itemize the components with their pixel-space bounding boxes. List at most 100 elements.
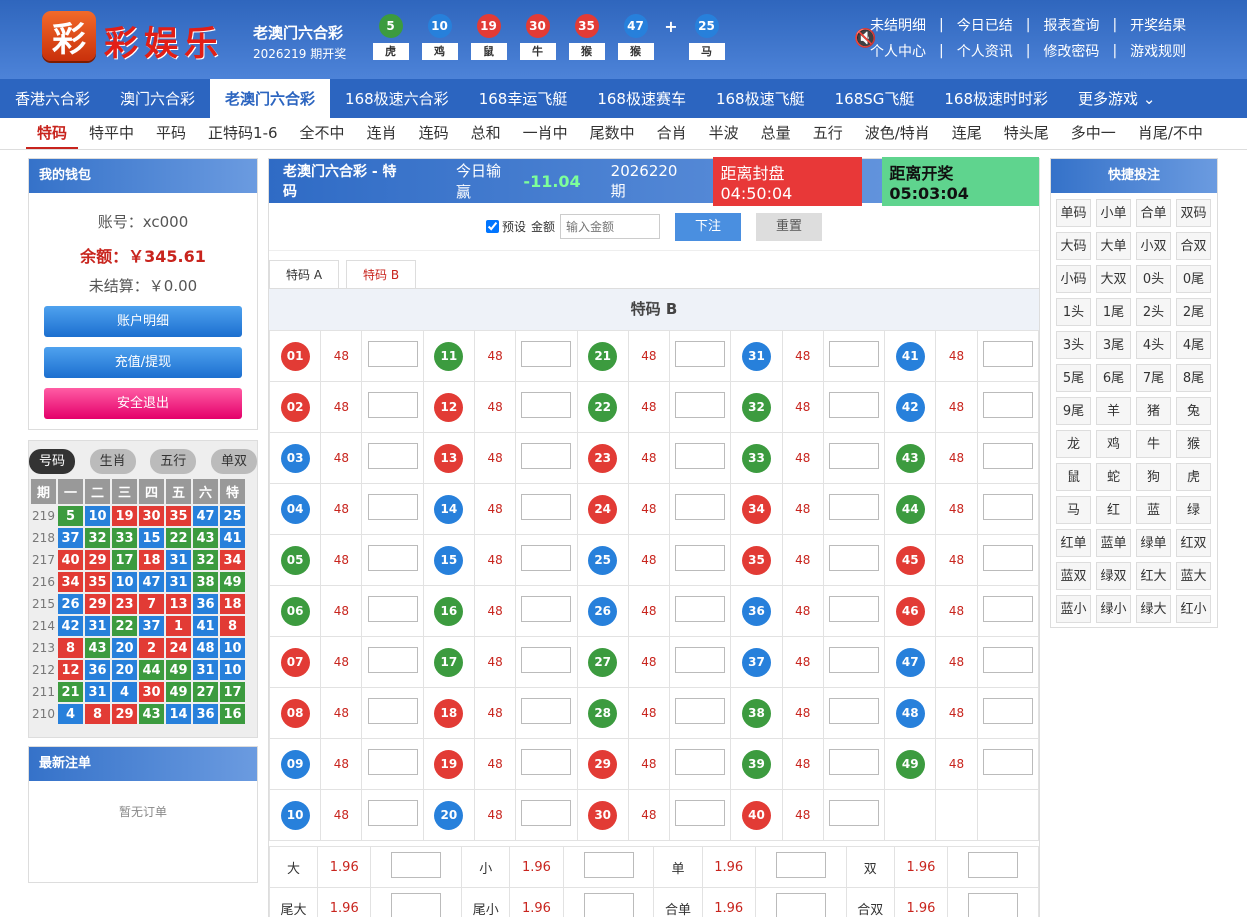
tema-tab[interactable]: 特码 B	[346, 260, 417, 288]
quick-bet-item[interactable]: 红大	[1136, 562, 1171, 590]
bet-amount-input[interactable]	[521, 392, 572, 418]
quick-bet-item[interactable]: 合单	[1136, 199, 1171, 227]
bet-amount-input[interactable]	[828, 647, 879, 673]
bet-amount-input[interactable]	[982, 443, 1033, 469]
bet-amount-input[interactable]	[367, 443, 418, 469]
history-tab[interactable]: 五行	[150, 449, 197, 474]
account-detail-button[interactable]: 账户明细	[44, 306, 242, 337]
quick-bet-item[interactable]: 4尾	[1176, 331, 1211, 359]
bet-amount-input[interactable]	[828, 596, 879, 622]
bet-amount-input[interactable]	[367, 698, 418, 724]
header-link[interactable]: 游戏规则	[1130, 41, 1186, 61]
header-link[interactable]: 个人资讯	[957, 41, 1013, 61]
bet-amount-input[interactable]	[982, 494, 1033, 520]
quick-bet-item[interactable]: 5尾	[1056, 364, 1091, 392]
quick-bet-item[interactable]: 绿大	[1136, 595, 1171, 623]
quick-bet-item[interactable]: 1头	[1056, 298, 1091, 326]
quick-bet-item[interactable]: 1尾	[1096, 298, 1131, 326]
bet-amount-input[interactable]	[521, 545, 572, 571]
bet-type-tab[interactable]: 总和	[460, 118, 512, 149]
nav-tab[interactable]: 168极速六合彩	[330, 79, 464, 118]
nav-tab[interactable]: 更多游戏 ⌄	[1063, 79, 1170, 118]
logout-button[interactable]: 安全退出	[44, 388, 242, 419]
quick-bet-item[interactable]: 绿	[1176, 496, 1211, 524]
bet-amount-input[interactable]	[367, 749, 418, 775]
nav-tab[interactable]: 香港六合彩	[0, 79, 105, 118]
quick-bet-item[interactable]: 大双	[1096, 265, 1131, 293]
bet-amount-input[interactable]	[521, 341, 572, 367]
nav-tab[interactable]: 168SG飞艇	[820, 79, 930, 118]
bet-amount-input[interactable]	[367, 341, 418, 367]
bet-amount-input[interactable]	[675, 494, 726, 520]
bet-amount-input[interactable]	[982, 647, 1033, 673]
reset-button[interactable]: 重置	[756, 212, 823, 241]
amount-input[interactable]	[560, 214, 661, 239]
quick-bet-item[interactable]: 8尾	[1176, 364, 1211, 392]
quick-bet-item[interactable]: 单码	[1056, 199, 1091, 227]
bet-type-tab[interactable]: 波色/特肖	[854, 118, 941, 149]
bet-amount-input[interactable]	[828, 749, 879, 775]
quick-bet-item[interactable]: 红	[1096, 496, 1131, 524]
extra-bet-input[interactable]	[391, 893, 442, 917]
bet-amount-input[interactable]	[828, 800, 879, 826]
quick-bet-item[interactable]: 猪	[1136, 397, 1171, 425]
bet-type-tab[interactable]: 尾数中	[579, 118, 646, 149]
quick-bet-item[interactable]: 4头	[1136, 331, 1171, 359]
bet-amount-input[interactable]	[675, 341, 726, 367]
bet-type-tab[interactable]: 特码	[26, 118, 79, 149]
bet-type-tab[interactable]: 连码	[408, 118, 460, 149]
quick-bet-item[interactable]: 猴	[1176, 430, 1211, 458]
quick-bet-item[interactable]: 小码	[1056, 265, 1091, 293]
quick-bet-item[interactable]: 3尾	[1096, 331, 1131, 359]
quick-bet-item[interactable]: 龙	[1056, 430, 1091, 458]
history-tab[interactable]: 生肖	[89, 449, 136, 474]
quick-bet-item[interactable]: 红单	[1056, 529, 1091, 557]
history-tab[interactable]: 号码	[29, 449, 75, 474]
header-link[interactable]: 修改密码	[1043, 41, 1099, 61]
quick-bet-item[interactable]: 蓝	[1136, 496, 1171, 524]
quick-bet-item[interactable]: 3头	[1056, 331, 1091, 359]
bet-amount-input[interactable]	[675, 698, 726, 724]
extra-bet-input[interactable]	[968, 852, 1019, 878]
bet-amount-input[interactable]	[367, 494, 418, 520]
nav-tab[interactable]: 老澳门六合彩	[210, 79, 331, 118]
bet-amount-input[interactable]	[675, 749, 726, 775]
bet-amount-input[interactable]	[521, 647, 572, 673]
history-tab[interactable]: 单双	[210, 449, 257, 474]
bet-amount-input[interactable]	[675, 596, 726, 622]
bet-amount-input[interactable]	[521, 749, 572, 775]
quick-bet-item[interactable]: 蓝双	[1056, 562, 1091, 590]
bet-amount-input[interactable]	[367, 545, 418, 571]
bet-type-tab[interactable]: 肖尾/不中	[1127, 118, 1214, 149]
bet-amount-input[interactable]	[521, 800, 572, 826]
quick-bet-item[interactable]: 合双	[1176, 232, 1211, 260]
bet-amount-input[interactable]	[982, 341, 1033, 367]
bet-amount-input[interactable]	[982, 392, 1033, 418]
nav-tab[interactable]: 168幸运飞艇	[464, 79, 583, 118]
bet-amount-input[interactable]	[982, 596, 1033, 622]
quick-bet-item[interactable]: 红小	[1176, 595, 1211, 623]
bet-amount-input[interactable]	[675, 800, 726, 826]
nav-tab[interactable]: 澳门六合彩	[105, 79, 210, 118]
bet-type-tab[interactable]: 特头尾	[993, 118, 1060, 149]
bet-amount-input[interactable]	[828, 341, 879, 367]
quick-bet-item[interactable]: 绿单	[1136, 529, 1171, 557]
extra-bet-input[interactable]	[583, 893, 634, 917]
quick-bet-item[interactable]: 大单	[1096, 232, 1131, 260]
preset-checkbox[interactable]	[485, 220, 499, 233]
nav-tab[interactable]: 168极速赛车	[582, 79, 701, 118]
quick-bet-item[interactable]: 兔	[1176, 397, 1211, 425]
quick-bet-item[interactable]: 鼠	[1056, 463, 1091, 491]
quick-bet-item[interactable]: 6尾	[1096, 364, 1131, 392]
quick-bet-item[interactable]: 大码	[1056, 232, 1091, 260]
bet-amount-input[interactable]	[828, 698, 879, 724]
header-link[interactable]: 未结明细	[870, 15, 926, 35]
bet-amount-input[interactable]	[367, 647, 418, 673]
bet-amount-input[interactable]	[828, 392, 879, 418]
bet-amount-input[interactable]	[521, 698, 572, 724]
header-link[interactable]: 今日已结	[957, 15, 1013, 35]
nav-tab[interactable]: 168极速时时彩	[929, 79, 1063, 118]
recharge-withdraw-button[interactable]: 充值/提现	[44, 347, 242, 378]
extra-bet-input[interactable]	[391, 852, 442, 878]
tema-tab[interactable]: 特码 A	[269, 260, 340, 288]
